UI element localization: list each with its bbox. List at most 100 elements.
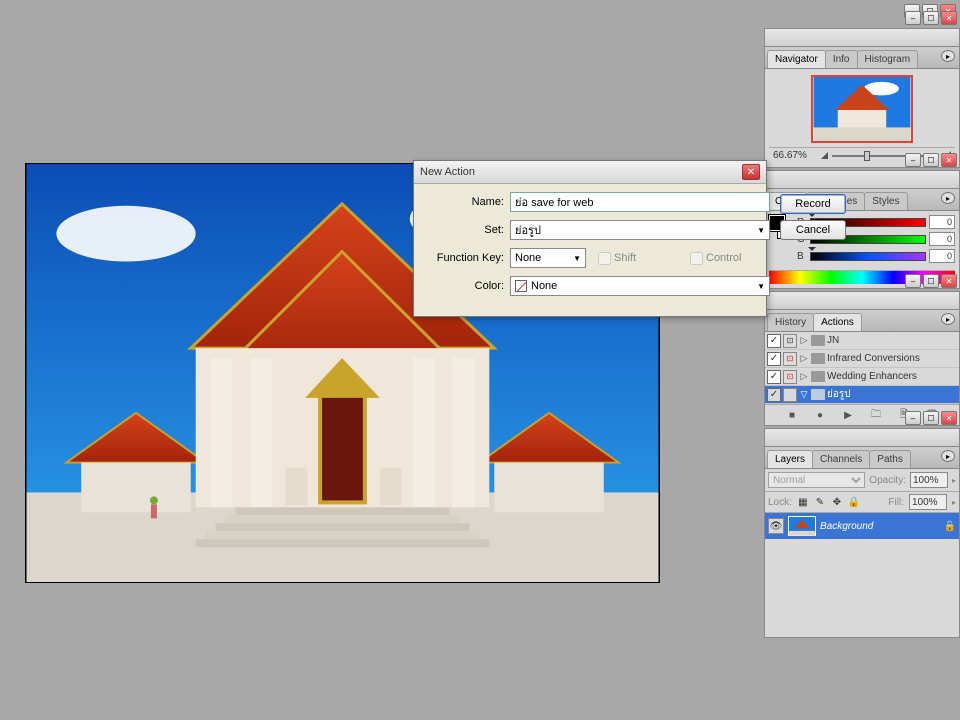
close-icon[interactable]: ✕ <box>941 274 957 288</box>
folder-icon <box>811 335 825 346</box>
navigator-thumbnail[interactable] <box>811 75 913 143</box>
shift-checkbox[interactable]: Shift <box>598 252 678 265</box>
color-label: Color: <box>424 280 504 292</box>
minimize-icon[interactable]: – <box>905 274 921 288</box>
chevron-down-icon: ▼ <box>573 254 581 263</box>
zoom-value[interactable]: 66.67% <box>773 150 815 161</box>
panel-menu-icon[interactable]: ▸ <box>941 192 955 204</box>
navigator-panel: – ☐ ✕ Navigator Info Histogram ▸ 66.67% <box>764 28 960 168</box>
new-set-icon[interactable]: 🗀 <box>869 408 883 422</box>
function-key-value: None <box>515 252 541 264</box>
minimize-icon[interactable]: – <box>905 153 921 167</box>
record-icon[interactable]: ● <box>813 408 827 422</box>
collapse-icon[interactable]: ☐ <box>923 11 939 25</box>
action-set-row[interactable]: ✓ ▽ ย่อรูป <box>765 386 959 404</box>
lock-all-icon[interactable]: 🔒 <box>848 496 860 508</box>
opacity-label: Opacity: <box>869 475 906 486</box>
dialog-titlebar[interactable]: New Action ✕ <box>414 161 766 184</box>
dialog-toggle-icon[interactable]: ⊡ <box>783 334 797 348</box>
lock-paint-icon[interactable]: ✎ <box>814 496 826 508</box>
set-label: Set: <box>424 224 504 236</box>
folder-icon <box>811 389 825 400</box>
collapse-icon[interactable]: ☐ <box>923 411 939 425</box>
dialog-title-text: New Action <box>420 166 475 178</box>
tab-actions[interactable]: Actions <box>813 313 862 331</box>
close-icon[interactable]: ✕ <box>941 11 957 25</box>
color-value: None <box>531 280 557 292</box>
tab-histogram[interactable]: Histogram <box>857 50 919 68</box>
red-value[interactable]: 0 <box>929 215 955 229</box>
fill-value[interactable]: 100% <box>909 494 947 510</box>
tab-styles[interactable]: Styles <box>864 192 907 210</box>
expand-icon[interactable]: ▷ <box>799 353 809 364</box>
tab-navigator[interactable]: Navigator <box>767 50 826 68</box>
function-key-label: Function Key: <box>424 252 504 264</box>
collapse-icon[interactable]: ☐ <box>923 274 939 288</box>
green-value[interactable]: 0 <box>929 232 955 246</box>
toggle-checkbox[interactable]: ✓ <box>767 388 781 402</box>
name-input[interactable] <box>510 192 770 212</box>
folder-icon <box>811 353 825 364</box>
action-set-row[interactable]: ✓ ⊡ ▷ Infrared Conversions <box>765 350 959 368</box>
set-select[interactable]: ย่อรูป ▼ <box>510 220 770 240</box>
toggle-checkbox[interactable]: ✓ <box>767 370 781 384</box>
expand-icon[interactable]: ▷ <box>799 371 809 382</box>
layer-thumbnail[interactable] <box>788 516 816 536</box>
layer-name: Background <box>820 521 873 532</box>
lock-icon: 🔒 <box>944 521 956 532</box>
dialog-toggle-icon[interactable]: ⊡ <box>783 370 797 384</box>
minimize-icon[interactable]: – <box>905 411 921 425</box>
blue-value[interactable]: 0 <box>929 249 955 263</box>
expand-icon[interactable]: ▷ <box>799 335 809 346</box>
new-action-dialog: New Action ✕ Name: Set: ย่อรูป ▼ Functio… <box>413 160 767 317</box>
toggle-checkbox[interactable]: ✓ <box>767 334 781 348</box>
control-checkbox[interactable]: Control <box>690 252 770 265</box>
lock-label: Lock: <box>768 497 792 508</box>
folder-icon <box>811 371 825 382</box>
set-value: ย่อรูป <box>515 221 541 239</box>
chevron-down-icon: ▼ <box>757 226 765 235</box>
dialog-toggle-icon[interactable]: ⊡ <box>783 352 797 366</box>
minimize-icon[interactable]: – <box>905 11 921 25</box>
tab-layers[interactable]: Layers <box>767 450 813 468</box>
name-label: Name: <box>424 196 504 208</box>
close-icon[interactable]: ✕ <box>941 411 957 425</box>
actions-panel: – ☐ ✕ History Actions ▸ ✓ ⊡ ▷ JN ✓ <box>764 291 960 426</box>
expand-icon[interactable]: ▽ <box>799 389 809 400</box>
cancel-button[interactable]: Cancel <box>780 220 846 240</box>
tab-paths[interactable]: Paths <box>869 450 911 468</box>
panel-menu-icon[interactable]: ▸ <box>941 313 955 325</box>
function-key-select[interactable]: None ▼ <box>510 248 586 268</box>
blend-mode-select[interactable]: Normal <box>768 472 865 488</box>
panel-menu-icon[interactable]: ▸ <box>941 450 955 462</box>
visibility-icon[interactable]: 👁 <box>768 518 784 534</box>
control-label: Control <box>706 252 741 264</box>
color-select[interactable]: None ▼ <box>510 276 770 296</box>
lock-move-icon[interactable]: ✥ <box>831 496 843 508</box>
layer-row[interactable]: 👁 Background 🔒 <box>765 513 959 539</box>
tab-info[interactable]: Info <box>825 50 858 68</box>
zoom-out-icon[interactable] <box>821 152 828 159</box>
opacity-value[interactable]: 100% <box>910 472 948 488</box>
fill-label: Fill: <box>888 497 904 508</box>
action-name: ย่อรูป <box>827 387 851 402</box>
chevron-down-icon: ▼ <box>757 282 765 291</box>
action-name: Wedding Enhancers <box>827 371 917 382</box>
collapse-icon[interactable]: ☐ <box>923 153 939 167</box>
lock-transparency-icon[interactable]: ▦ <box>797 496 809 508</box>
close-icon[interactable]: ✕ <box>941 153 957 167</box>
tab-history[interactable]: History <box>767 313 814 331</box>
stop-icon[interactable]: ■ <box>785 408 799 422</box>
play-icon[interactable]: ▶ <box>841 408 855 422</box>
tab-channels[interactable]: Channels <box>812 450 870 468</box>
toggle-checkbox[interactable]: ✓ <box>767 352 781 366</box>
action-set-row[interactable]: ✓ ⊡ ▷ JN <box>765 332 959 350</box>
close-icon[interactable]: ✕ <box>742 164 760 180</box>
dialog-toggle-icon[interactable] <box>783 388 797 402</box>
color-swatch-none-icon <box>515 280 527 292</box>
panel-menu-icon[interactable]: ▸ <box>941 50 955 62</box>
record-button[interactable]: Record <box>780 194 846 214</box>
layers-panel: – ☐ ✕ Layers Channels Paths ▸ Normal Opa… <box>764 428 960 638</box>
action-name: JN <box>827 335 839 346</box>
action-set-row[interactable]: ✓ ⊡ ▷ Wedding Enhancers <box>765 368 959 386</box>
